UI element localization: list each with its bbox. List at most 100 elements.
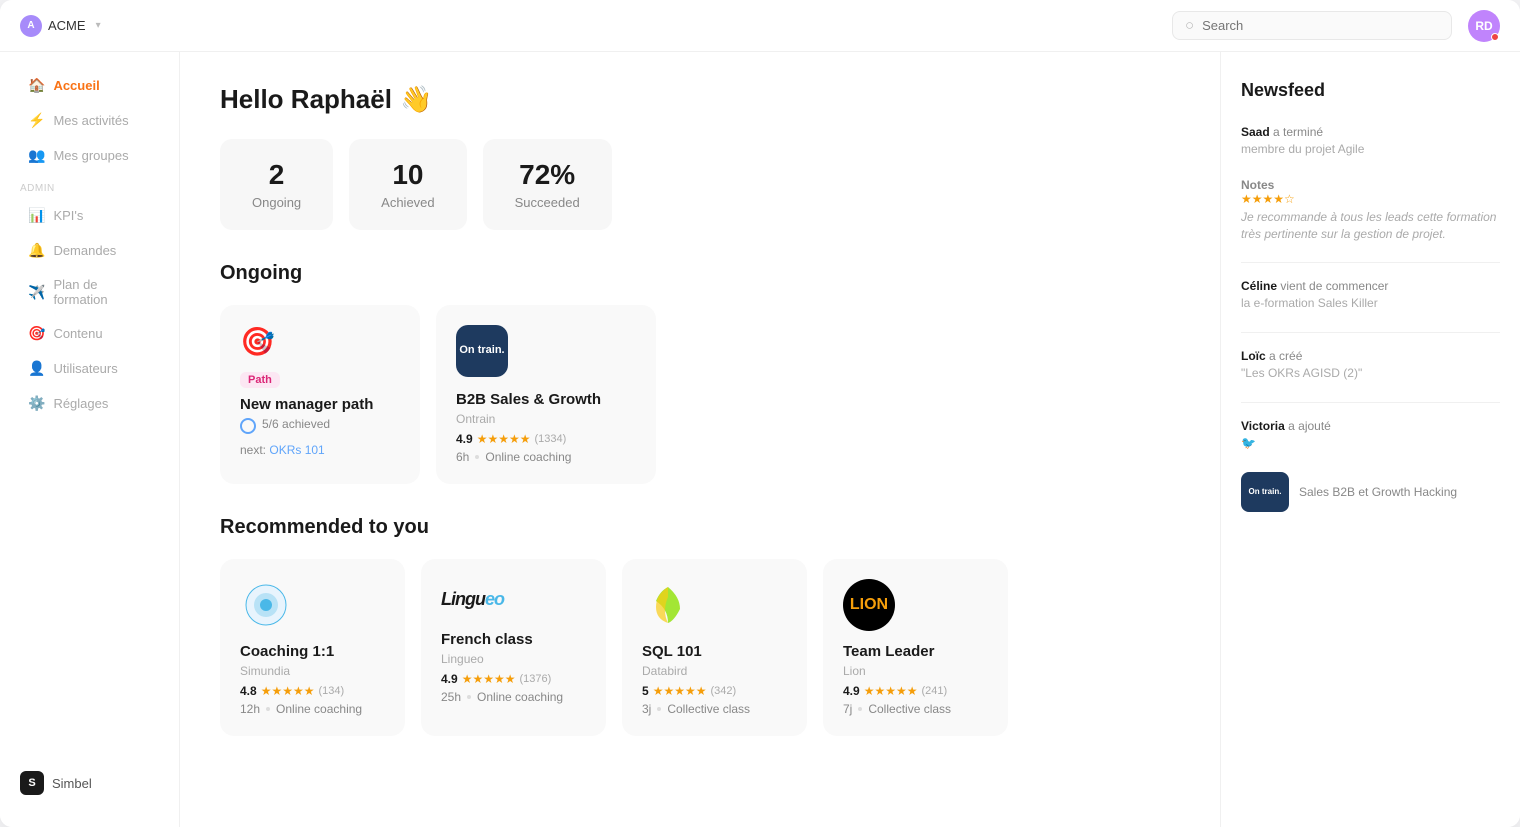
- sidebar-item-mes-groupes[interactable]: 👥 Mes groupes: [8, 139, 171, 172]
- stat-ongoing-number: 2: [252, 159, 301, 191]
- simbel-logo-icon: S: [20, 771, 44, 795]
- page-title: Hello Raphaël 👋: [220, 84, 1180, 115]
- rec-title-coaching: Coaching 1:1: [240, 643, 385, 660]
- course-card-new-manager[interactable]: 🎯 Path New manager path 5/6 achieved nex…: [220, 305, 420, 484]
- rec-title-french: French class: [441, 631, 586, 648]
- rec-card-sql[interactable]: SQL 101 Databird 5 ★★★★★ (342) 3j Collec…: [622, 559, 807, 736]
- avatar[interactable]: RD: [1468, 10, 1500, 42]
- rec-card-coaching[interactable]: Coaching 1:1 Simundia 4.8 ★★★★★ (134) 12…: [220, 559, 405, 736]
- sidebar-admin-label: Admin: [0, 173, 179, 198]
- app-icon: A: [20, 15, 42, 37]
- stat-ongoing-label: Ongoing: [252, 195, 301, 210]
- sidebar-item-kpis[interactable]: 📊 KPI's: [8, 199, 171, 232]
- rating-row-coaching: 4.8 ★★★★★ (134): [240, 684, 385, 698]
- newsfeed-panel: Newsfeed Saad a terminé membre du projet…: [1220, 52, 1520, 827]
- app-branding: A ACME ▾: [20, 15, 101, 37]
- stars-b2b: ★★★★★: [477, 432, 531, 446]
- course-provider-b2b: Ontrain: [456, 412, 636, 426]
- rec-provider-sql: Databird: [642, 664, 787, 678]
- sidebar: 🏠 Accueil ⚡ Mes activités 👥 Mes groupes …: [0, 52, 180, 827]
- search-icon: ○: [1185, 17, 1194, 34]
- top-bar-right: ○ RD: [1172, 10, 1500, 42]
- feed-detail-victoria: 🐦: [1241, 435, 1500, 452]
- meta-row-lion: 7j Collective class: [843, 702, 988, 716]
- stat-achieved: 10 Achieved: [349, 139, 466, 230]
- sidebar-item-contenu[interactable]: 🎯 Contenu: [8, 317, 171, 350]
- sidebar-brand: S Simbel: [0, 755, 179, 811]
- utilisateurs-icon: 👤: [28, 360, 45, 377]
- feed-stars: ★★★★☆: [1241, 192, 1500, 206]
- feed-user-victoria: Victoria a ajouté: [1241, 419, 1500, 433]
- course-title-b2b: B2B Sales & Growth: [456, 391, 636, 408]
- feed-user-celine: Céline vient de commencer: [1241, 279, 1500, 293]
- stat-ongoing: 2 Ongoing: [220, 139, 333, 230]
- meta-row-french: 25h Online coaching: [441, 690, 586, 704]
- feed-detail-celine: la e-formation Sales Killer: [1241, 295, 1500, 312]
- meta-row-sql: 3j Collective class: [642, 702, 787, 716]
- feed-user-loic: Loïc a créé: [1241, 349, 1500, 363]
- content-area: Hello Raphaël 👋 2 Ongoing 10 Achieved 72…: [180, 52, 1220, 827]
- rec-title-sql: SQL 101: [642, 643, 787, 660]
- ongoing-cards-row: 🎯 Path New manager path 5/6 achieved nex…: [220, 305, 1180, 484]
- rating-row-b2b: 4.9 ★★★★★ (1334): [456, 432, 636, 446]
- plan-icon: ✈️: [28, 284, 45, 301]
- feed-item-notes: Notes ★★★★☆ Je recommande à tous les lea…: [1241, 178, 1500, 243]
- rating-row-lion: 4.9 ★★★★★ (241): [843, 684, 988, 698]
- reglages-icon: ⚙️: [28, 395, 45, 412]
- meta-row-b2b: 6h Online coaching: [456, 450, 636, 464]
- sidebar-item-reglages[interactable]: ⚙️ Réglages: [8, 387, 171, 420]
- databird-logo: [642, 579, 694, 631]
- ongoing-section-title: Ongoing: [220, 262, 1180, 285]
- feed-thumb-ontrain: On train.: [1241, 472, 1289, 512]
- feed-item-saad: Saad a terminé membre du projet Agile: [1241, 125, 1500, 158]
- feed-item-loic: Loïc a créé "Les OKRs AGISD (2)": [1241, 349, 1500, 382]
- stat-succeeded-label: Succeeded: [515, 195, 580, 210]
- progress-indicator: 5/6 achieved: [240, 417, 400, 435]
- lingueo-logo: Lingueo: [441, 579, 493, 619]
- feed-thumb-label: Sales B2B et Growth Hacking: [1299, 485, 1457, 499]
- search-input[interactable]: [1202, 18, 1439, 33]
- activity-icon: ⚡: [28, 112, 45, 129]
- course-card-b2b[interactable]: On train. B2B Sales & Growth Ontrain 4.9…: [436, 305, 656, 484]
- sidebar-item-accueil[interactable]: 🏠 Accueil: [8, 69, 171, 102]
- sidebar-item-demandes[interactable]: 🔔 Demandes: [8, 234, 171, 267]
- stat-achieved-number: 10: [381, 159, 434, 191]
- ontrain-logo: On train.: [456, 325, 508, 377]
- course-title-new-manager: New manager path: [240, 396, 400, 413]
- rec-card-french[interactable]: Lingueo French class Lingueo 4.9 ★★★★★ (…: [421, 559, 606, 736]
- groups-icon: 👥: [28, 147, 45, 164]
- next-text: next: OKRs 101: [240, 443, 400, 457]
- app-name: ACME: [48, 18, 86, 33]
- progress-text: 5/6 achieved: [262, 417, 330, 431]
- stat-achieved-label: Achieved: [381, 195, 434, 210]
- rec-card-teamleader[interactable]: LION Team Leader Lion 4.9 ★★★★★ (241) 7j…: [823, 559, 1008, 736]
- feed-divider-1: [1241, 262, 1500, 263]
- notification-dot: [1491, 33, 1499, 41]
- progress-dot-icon: [240, 418, 256, 434]
- recommended-cards-row: Coaching 1:1 Simundia 4.8 ★★★★★ (134) 12…: [220, 559, 1180, 736]
- rating-value-b2b: 4.9: [456, 432, 473, 446]
- path-badge: Path: [240, 372, 280, 388]
- rating-row-sql: 5 ★★★★★ (342): [642, 684, 787, 698]
- rec-provider-lion: Lion: [843, 664, 988, 678]
- sidebar-item-utilisateurs[interactable]: 👤 Utilisateurs: [8, 352, 171, 385]
- home-icon: 🏠: [28, 77, 45, 94]
- next-link[interactable]: OKRs 101: [269, 443, 324, 457]
- feed-detail-loic: "Les OKRs AGISD (2)": [1241, 365, 1500, 382]
- stat-succeeded-number: 72%: [515, 159, 580, 191]
- rec-provider-coaching: Simundia: [240, 664, 385, 678]
- kpi-icon: 📊: [28, 207, 45, 224]
- goal-target-icon: 🎯: [240, 325, 400, 358]
- chevron-down-icon: ▾: [96, 20, 101, 31]
- search-bar[interactable]: ○: [1172, 11, 1452, 40]
- main-layout: 🏠 Accueil ⚡ Mes activités 👥 Mes groupes …: [0, 52, 1520, 827]
- feed-divider-2: [1241, 332, 1500, 333]
- sidebar-item-plan-formation[interactable]: ✈️ Plan de formation: [8, 269, 171, 315]
- feed-item-celine: Céline vient de commencer la e-formation…: [1241, 279, 1500, 312]
- feed-user-saad: Saad a terminé: [1241, 125, 1500, 139]
- top-bar: A ACME ▾ ○ RD: [0, 0, 1520, 52]
- rec-title-teamleader: Team Leader: [843, 643, 988, 660]
- feed-section-notes: Notes: [1241, 178, 1500, 192]
- simundia-logo: [240, 579, 292, 631]
- sidebar-item-mes-activites[interactable]: ⚡ Mes activités: [8, 104, 171, 137]
